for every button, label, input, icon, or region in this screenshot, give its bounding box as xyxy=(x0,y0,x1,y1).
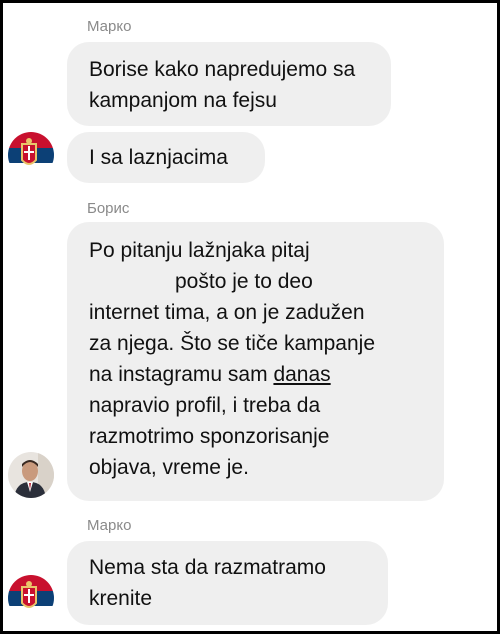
message-bubble[interactable]: Borise kako napredujemo sa kampanjom na … xyxy=(67,42,391,126)
message-line: Po pitanju lažnjaka pitaj xyxy=(89,239,310,262)
avatar[interactable] xyxy=(8,452,54,498)
underlined-word: danas xyxy=(273,363,331,386)
message-bubble[interactable]: Nema sta da razmatramo krenite xyxy=(67,541,388,625)
sender-name-marko: Марко xyxy=(87,517,132,534)
message-line: Nema sta da razmatramo xyxy=(89,556,326,579)
message-text: na instagramu sam xyxy=(89,363,268,386)
message-line: krenite xyxy=(89,587,153,610)
message-bubble[interactable]: Po pitanju lažnjaka pitaj pošto je to de… xyxy=(67,222,444,501)
message-line: razmotrimo sponzorisanje xyxy=(89,425,330,448)
message-line: objava, vreme je. xyxy=(89,456,249,479)
message-bubble[interactable]: I sa laznjacima xyxy=(67,132,265,183)
man-portrait-icon xyxy=(8,452,54,498)
avatar[interactable] xyxy=(8,575,54,621)
avatar[interactable] xyxy=(8,132,54,178)
message-line: na instagramu sam danas xyxy=(89,359,422,390)
serbian-flag-coat-of-arms-icon xyxy=(8,575,54,621)
message-line: za njega. Što se tiče kampanje xyxy=(89,332,376,355)
message-line: I sa laznjacima xyxy=(89,146,228,169)
message-line: pošto je to deo xyxy=(89,266,422,297)
message-line: napravio profil, i treba da xyxy=(89,394,321,417)
message-line: Borise kako napredujemo sa xyxy=(89,58,356,81)
sender-name-marko: Марко xyxy=(87,18,132,35)
sender-name-boris: Борис xyxy=(87,200,130,217)
message-line: internet tima, a on je zadužen xyxy=(89,301,365,324)
message-text: pošto je to deo xyxy=(175,270,313,293)
chat-screenshot: Марко Borise kako napredujemo sa kampanj… xyxy=(0,0,500,634)
message-line: kampanjom na fejsu xyxy=(89,89,277,112)
serbian-flag-coat-of-arms-icon xyxy=(8,132,54,178)
